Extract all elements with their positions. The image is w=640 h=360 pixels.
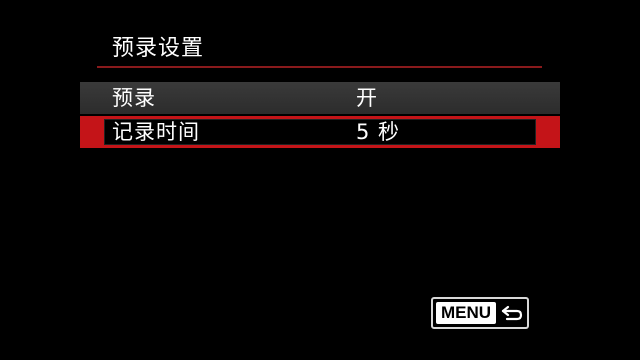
camera-menu-screen: 预录设置 预录 开 记录时间 5 秒 MENU — [0, 0, 640, 360]
menu-item-record-time[interactable]: 记录时间 5 秒 — [80, 116, 560, 148]
menu-button-label: MENU — [436, 302, 496, 324]
menu-return-button[interactable]: MENU — [431, 297, 529, 329]
return-arrow-icon — [501, 305, 523, 321]
menu-item-value: 开 — [356, 86, 378, 110]
menu-item-value: 5 秒 — [356, 120, 401, 144]
page-title: 预录设置 — [112, 36, 205, 61]
menu-item-label: 记录时间 — [112, 120, 200, 144]
menu-item-pre-record[interactable]: 预录 开 — [80, 82, 560, 114]
title-divider — [97, 66, 542, 68]
menu-item-label: 预录 — [112, 86, 156, 110]
